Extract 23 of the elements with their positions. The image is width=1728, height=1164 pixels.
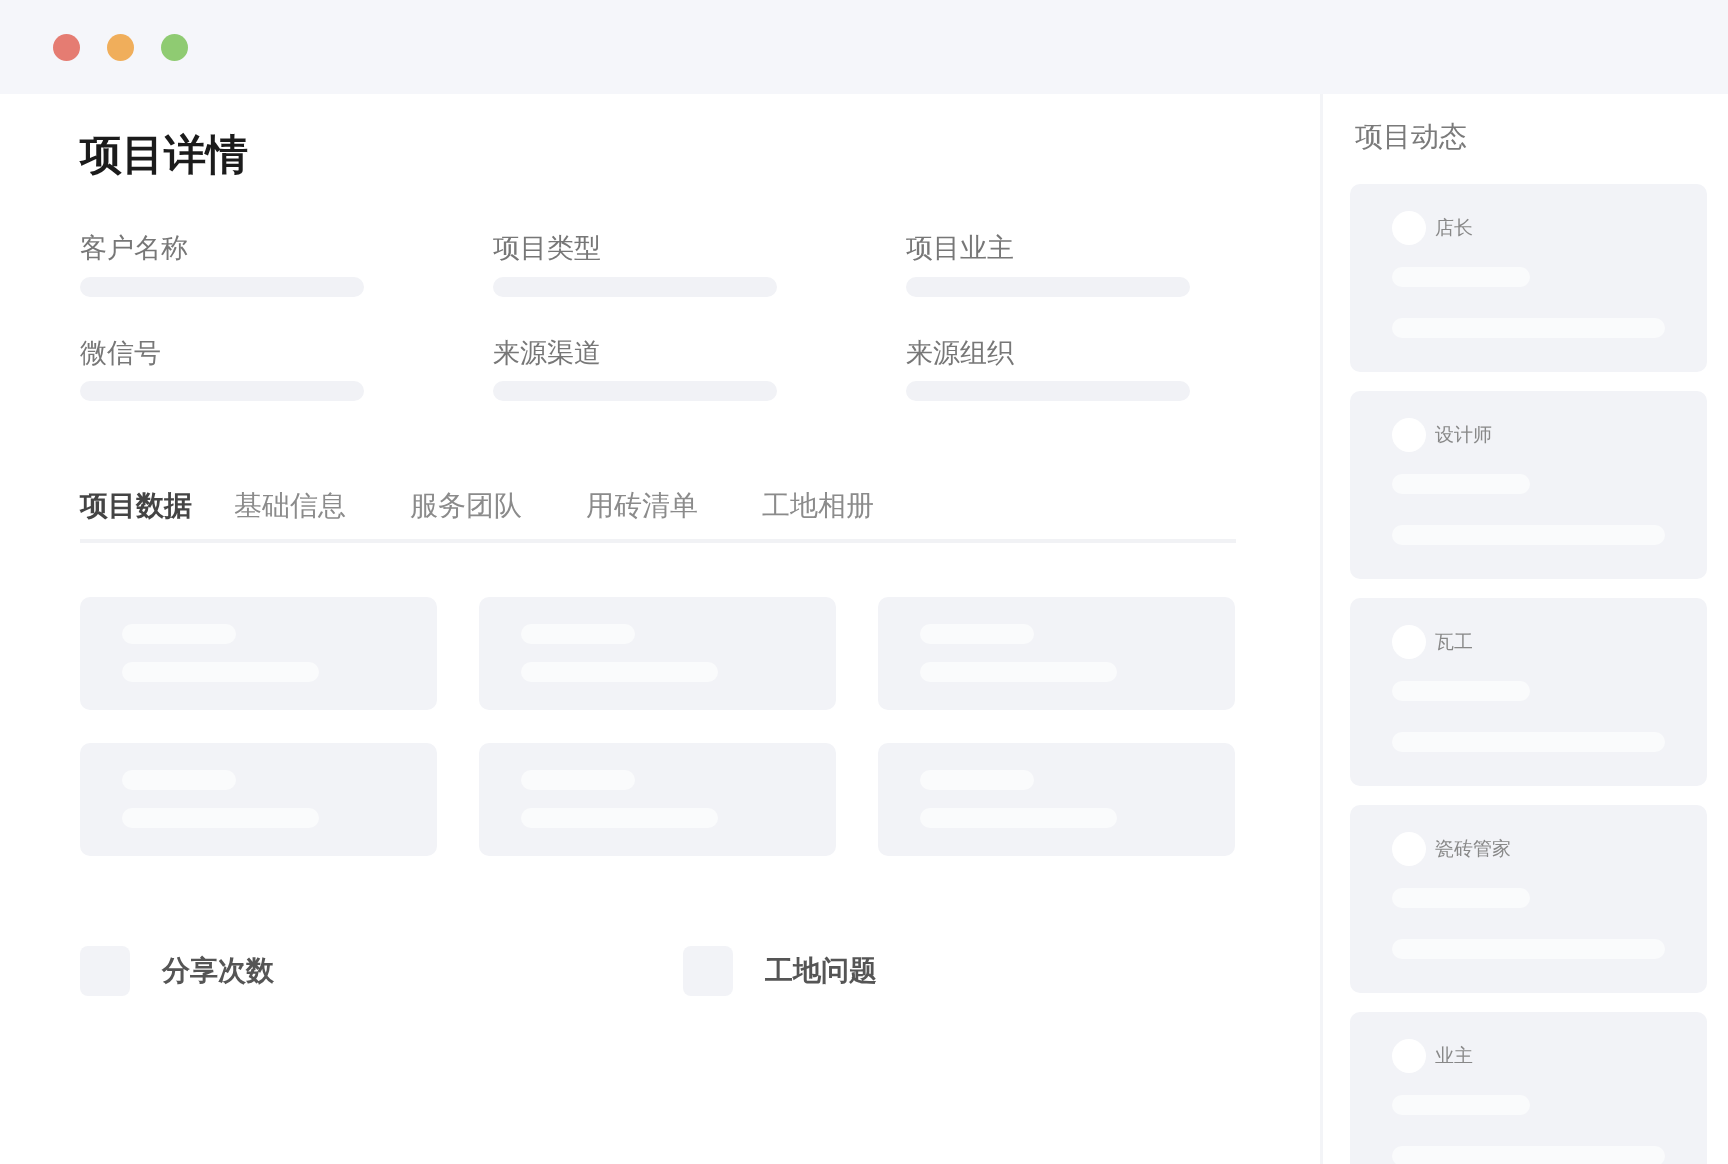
tab[interactable]: 基础信息: [234, 489, 346, 523]
field-label: 客户名称: [80, 232, 188, 265]
role-label: 业主: [1435, 1043, 1473, 1069]
tab[interactable]: 用砖清单: [586, 489, 698, 523]
tab[interactable]: 项目数据: [80, 489, 192, 523]
tab[interactable]: 工地相册: [762, 489, 874, 523]
tab[interactable]: 服务团队: [410, 489, 522, 523]
page-title: 项目详情: [80, 130, 249, 181]
field-label: 来源渠道: [493, 336, 601, 370]
sidebar-title: 项目动态: [1355, 120, 1468, 154]
role-label: 瓦工: [1435, 629, 1473, 655]
field-label: 来源组织: [906, 336, 1014, 370]
field-label: 项目类型: [493, 232, 601, 265]
field-label: 微信号: [80, 336, 161, 370]
role-label: 设计师: [1435, 422, 1492, 448]
stat-label: 分享次数: [162, 952, 274, 989]
stat-label: 工地问题: [765, 952, 877, 989]
close-dot-icon[interactable]: [53, 33, 80, 61]
field-label: 项目业主: [906, 232, 1014, 265]
role-label: 店长: [1435, 215, 1473, 241]
minimize-dot-icon[interactable]: [107, 33, 134, 61]
role-label: 瓷砖管家: [1435, 836, 1511, 862]
maximize-dot-icon[interactable]: [161, 33, 188, 61]
